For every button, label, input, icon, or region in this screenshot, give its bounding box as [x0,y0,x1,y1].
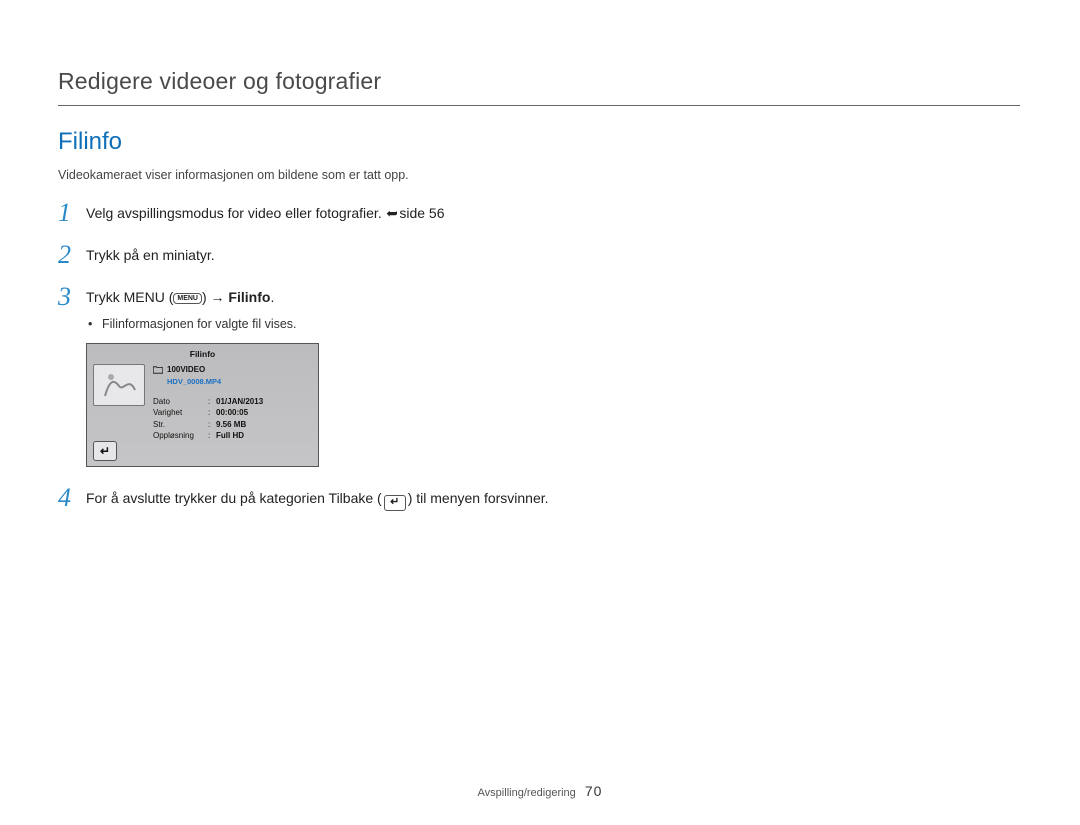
thumbnail [93,364,145,406]
step-number: 2 [58,242,86,268]
step-text: Trykk på en miniatyr. [86,247,215,263]
step-3: 3 Trykk MENU (MENU) → Filinfo. • Filinfo… [58,284,1020,467]
arrow-right-icon: → [211,289,225,305]
step-number: 4 [58,485,86,511]
info-row: Varighet : 00:00:05 [153,407,312,418]
step-body: Trykk på en miniatyr. [86,242,215,265]
info-colon: : [208,396,216,407]
step-text: . [270,289,274,305]
info-colon: : [208,407,216,418]
info-value: 00:00:05 [216,407,312,418]
info-colon: : [208,419,216,430]
lcd-right-column: 100VIDEO HDV_0008.MP4 Dato : 01/JAN/2013 [153,364,312,467]
step-text: ) til menyen forsvinner. [408,490,549,506]
info-label: Varighet [153,407,208,418]
step-bold: Filinfo [225,289,271,305]
step-text: Velg avspillingsmodus for video eller fo… [86,205,386,221]
info-row: Oppløsning : Full HD [153,430,312,441]
step-4: 4 For å avslutte trykker du på kategorie… [58,485,1020,511]
footer-page-number: 70 [585,783,603,799]
step-text: Trykk MENU ( [86,289,173,305]
back-arrow-icon: ↵ [384,495,406,511]
info-label: Str. [153,419,208,430]
info-row: Dato : 01/JAN/2013 [153,396,312,407]
lcd-title: Filinfo [87,344,318,363]
info-value: 01/JAN/2013 [216,396,312,407]
info-label: Oppløsning [153,430,208,441]
section-title: Redigere videoer og fotografier [58,68,1020,106]
step-body: Trykk MENU (MENU) → Filinfo. • Filinform… [86,284,319,467]
step-1: 1 Velg avspillingsmodus for video eller … [58,200,1020,226]
step-number: 1 [58,200,86,226]
bullet-icon: • [86,315,102,333]
intro-text: Videokameraet viser informasjonen om bil… [58,168,1020,182]
step-body: Velg avspillingsmodus for video eller fo… [86,200,445,223]
back-button: ↵ [93,441,117,461]
info-value: 9.56 MB [216,419,312,430]
lcd-left-column: ↵ [93,364,147,467]
info-value: Full HD [216,430,312,441]
lcd-screenshot: Filinfo ↵ [86,343,319,467]
step-text: ) [202,289,211,305]
info-table: Dato : 01/JAN/2013 Varighet : 00:00:05 [153,396,312,441]
menu-icon: MENU [173,293,202,304]
folder-icon [153,366,163,374]
step-list: 1 Velg avspillingsmodus for video eller … [58,200,1020,511]
folder-line: 100VIDEO [153,364,312,376]
info-label: Dato [153,396,208,407]
step-2: 2 Trykk på en miniatyr. [58,242,1020,268]
info-row: Str. : 9.56 MB [153,419,312,430]
lcd-body: ↵ 100VIDEO HDV_0008.MP4 Dato [87,364,318,467]
page-footer: Avspilling/redigering 70 [0,783,1080,799]
bullet-text: Filinformasjonen for valgte fil vises. [102,315,297,333]
footer-chapter: Avspilling/redigering [478,787,576,799]
page-ref: side 56 [399,205,444,221]
file-name: HDV_0008.MP4 [167,377,312,388]
subsection-title: Filinfo [58,128,1020,156]
info-colon: : [208,430,216,441]
bullet-line: • Filinformasjonen for valgte fil vises. [86,315,319,333]
thumbnail-image-icon [99,368,139,402]
folder-name: 100VIDEO [167,364,205,376]
back-arrow-icon: ↵ [100,443,110,460]
step-text: For å avslutte trykker du på kategorien … [86,490,382,506]
step-body: For å avslutte trykker du på kategorien … [86,485,549,511]
page-ref-arrow-icon: ➥ [386,203,398,223]
step-number: 3 [58,284,86,310]
